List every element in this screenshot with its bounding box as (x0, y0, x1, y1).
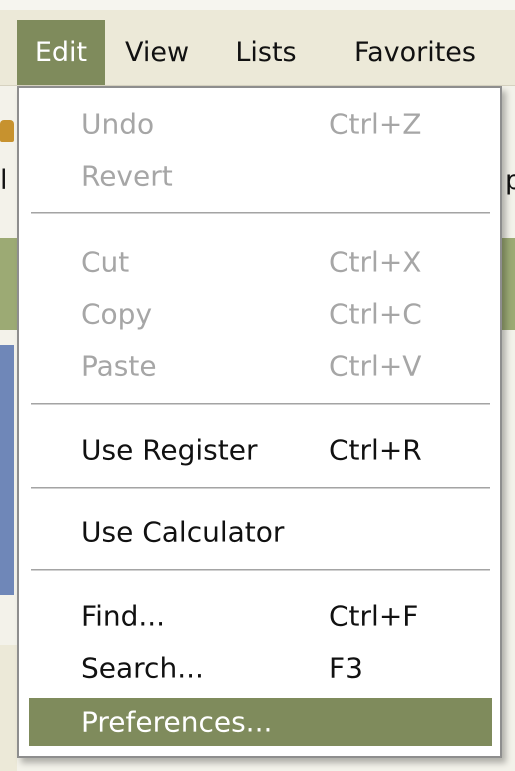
menu-item-shortcut: Ctrl+R (329, 433, 422, 467)
window-top-edge (0, 0, 515, 10)
menu-bar: Edit View Lists Favorites (0, 10, 515, 86)
menu-item-cut[interactable]: Cut Ctrl+X (29, 238, 492, 286)
menu-item-label: Use Calculator (81, 515, 285, 549)
menu-item-shortcut: Ctrl+X (329, 245, 422, 279)
menu-item-label: Find... (81, 599, 166, 633)
menu-separator (31, 487, 490, 490)
background-toolbar-band-right (502, 238, 515, 330)
menu-item-label: Use Register (81, 433, 258, 467)
menu-item-label: Copy (81, 297, 153, 331)
menu-item-shortcut: Ctrl+V (329, 349, 422, 383)
menu-item-search[interactable]: Search... F3 (29, 644, 492, 692)
background-side-tab (0, 345, 14, 595)
menu-item-shortcut: Ctrl+F (329, 599, 419, 633)
menu-item-paste[interactable]: Paste Ctrl+V (29, 342, 492, 390)
menu-item-label: Cut (81, 245, 130, 279)
menu-item-undo[interactable]: Undo Ctrl+Z (29, 100, 492, 148)
menu-item-label: Paste (81, 349, 157, 383)
menu-item-label: Revert (81, 159, 173, 193)
menu-lists[interactable]: Lists (216, 20, 316, 85)
menu-item-label: Search... (81, 651, 204, 685)
menu-item-label: Undo (81, 107, 155, 141)
toolbar-icon (0, 120, 14, 142)
menu-item-preferences[interactable]: Preferences... (29, 698, 492, 746)
background-text-fragment-right: p (505, 165, 515, 196)
menu-separator (31, 403, 490, 406)
menu-item-revert[interactable]: Revert (29, 152, 492, 200)
menu-separator (31, 569, 490, 572)
menu-item-use-calculator[interactable]: Use Calculator (29, 508, 492, 556)
menu-edit[interactable]: Edit (17, 20, 105, 85)
menu-item-copy[interactable]: Copy Ctrl+C (29, 290, 492, 338)
menu-separator (31, 212, 490, 215)
menu-favorites[interactable]: Favorites (330, 20, 500, 85)
menu-view[interactable]: View (108, 20, 206, 85)
background-toolbar-band (0, 238, 17, 330)
menu-item-find[interactable]: Find... Ctrl+F (29, 592, 492, 640)
menu-item-use-register[interactable]: Use Register Ctrl+R (29, 426, 492, 474)
background-panel (0, 645, 17, 771)
background-text-fragment: l (0, 165, 8, 196)
menu-item-shortcut: Ctrl+C (329, 297, 422, 331)
menu-item-label: Preferences... (81, 705, 273, 739)
menu-item-shortcut: Ctrl+Z (329, 107, 422, 141)
menu-item-shortcut: F3 (329, 651, 363, 685)
edit-menu-dropdown: Undo Ctrl+Z Revert Cut Ctrl+X Copy Ctrl+… (17, 86, 502, 758)
